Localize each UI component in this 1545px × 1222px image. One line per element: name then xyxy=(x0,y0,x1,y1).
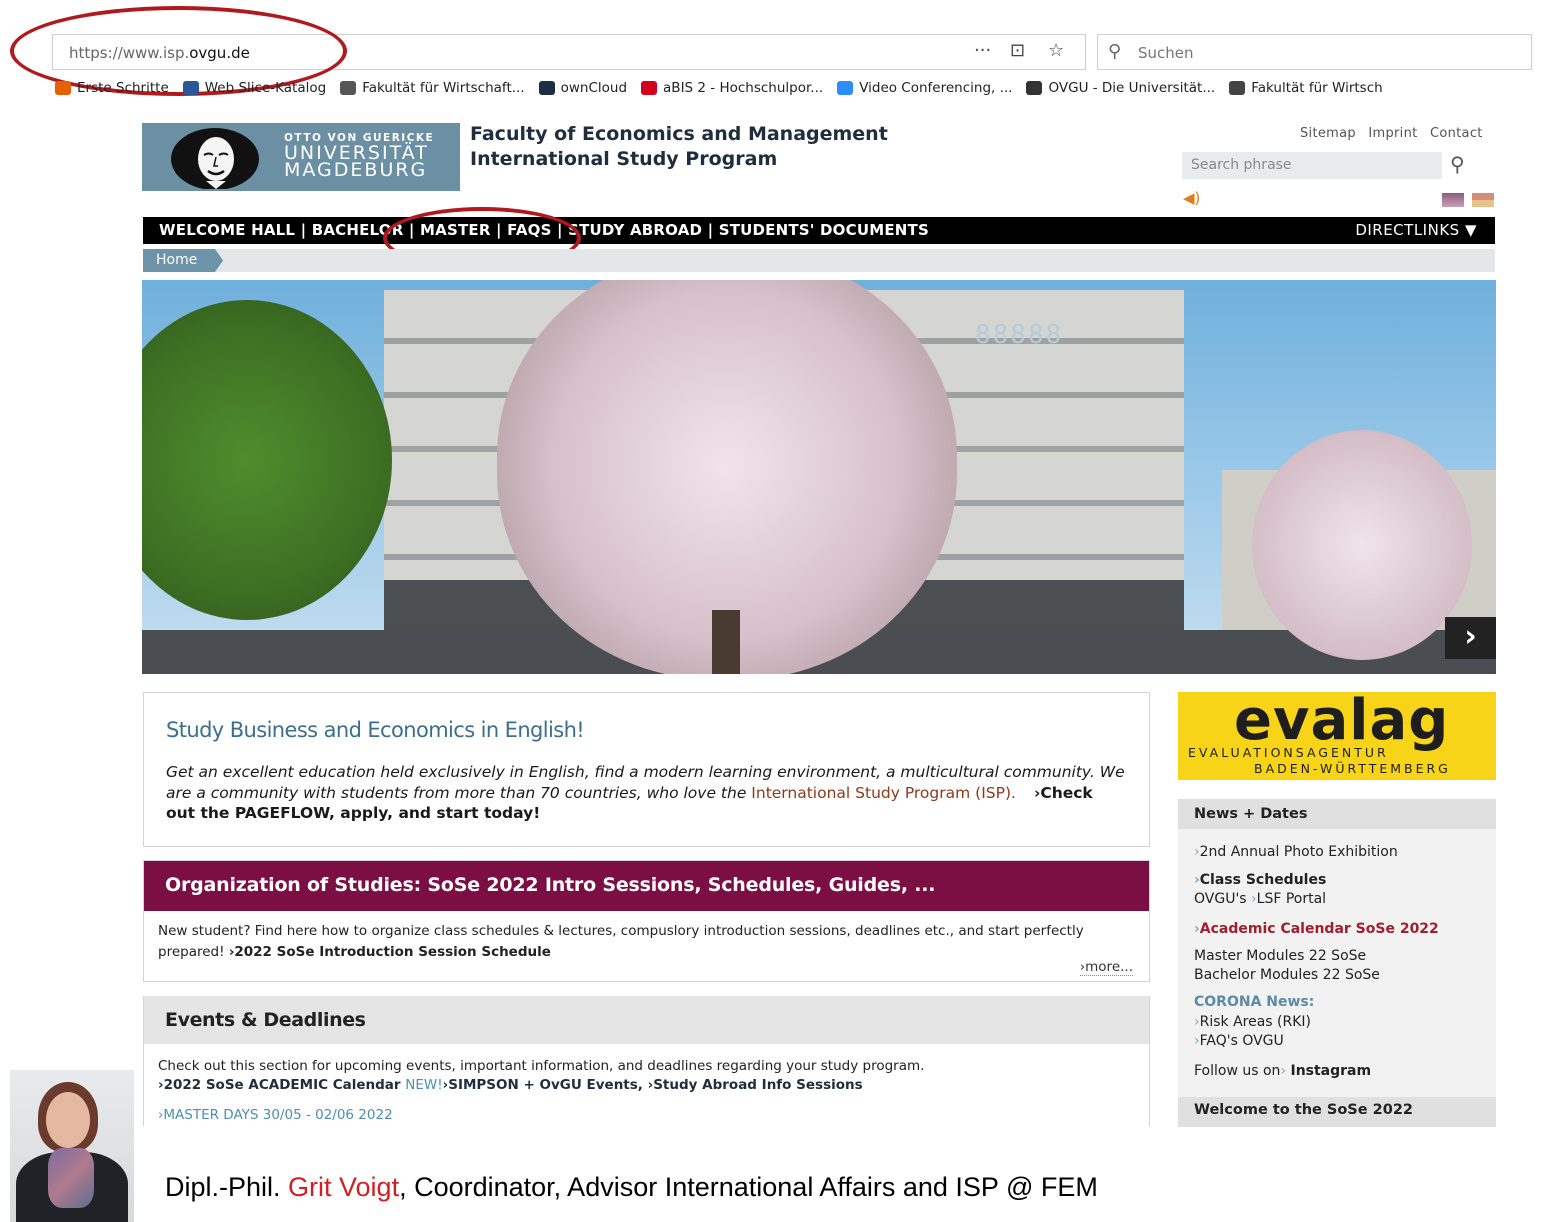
pocket-icon[interactable]: ⊡ xyxy=(1010,40,1025,61)
globe-icon xyxy=(340,81,357,95)
events-header: Events & Deadlines xyxy=(144,996,1149,1044)
welcome-title: Welcome to the SoSe 2022 xyxy=(1194,1102,1413,1118)
contact-link[interactable]: Contact xyxy=(1430,126,1483,141)
abis-icon xyxy=(641,81,658,95)
bookmark-item[interactable]: Video Conferencing, ... xyxy=(837,80,1012,96)
isp-link[interactable]: International Study Program (ISP). xyxy=(751,784,1016,802)
hero-tree-trunk xyxy=(712,610,740,674)
search-icon[interactable]: ⚲ xyxy=(1450,152,1465,176)
events-title: Events & Deadlines xyxy=(165,1009,366,1031)
welcome-header: Welcome to the SoSe 2022 xyxy=(1178,1097,1496,1127)
organization-text: New student? Find here how to organize c… xyxy=(158,923,1084,960)
ovgu-icon xyxy=(1026,81,1043,95)
university-logo[interactable]: OTTO VON GUERICKE UNIVERSITÄT MAGDEBURG xyxy=(142,123,460,191)
portrait-face xyxy=(46,1092,90,1148)
slider-next-button[interactable]: › xyxy=(1445,617,1496,659)
evalag-wordmark: evalag xyxy=(1234,688,1450,753)
faculty-icon xyxy=(1229,81,1246,95)
intro-text: Get an excellent education held exclusiv… xyxy=(166,763,1125,822)
master-days-link[interactable]: ›MASTER DAYS 30/05 - 02/06 2022 xyxy=(158,1107,393,1123)
bookmark-item[interactable]: OVGU - Die Universität... xyxy=(1026,80,1215,96)
portrait-scarf xyxy=(48,1148,94,1208)
bookmark-item[interactable]: Fakultät für Wirtschaft... xyxy=(340,80,525,96)
intro-session-schedule-link[interactable]: ›2022 SoSe Introduction Session Schedule xyxy=(229,944,551,960)
webslice-icon xyxy=(182,81,199,95)
hero-blossom-tree-right xyxy=(1252,430,1472,660)
coordinator-name: Grit Voigt xyxy=(288,1172,400,1202)
class-schedules-link[interactable]: ›Class Schedules xyxy=(1194,872,1326,888)
bookmark-label: OVGU - Die Universität... xyxy=(1048,80,1216,96)
sitemap-link[interactable]: Sitemap xyxy=(1300,126,1356,141)
bookmarks-bar: Erste Schritte Web Slice-Katalog Fakultät … xyxy=(55,80,1545,102)
german-flag-icon[interactable] xyxy=(1472,193,1494,207)
bookmark-label: ownCloud xyxy=(560,80,628,96)
study-abroad-sessions-link[interactable]: ›Study Abroad Info Sessions xyxy=(648,1077,863,1093)
organization-title[interactable]: Organization of Studies: SoSe 2022 Intro… xyxy=(165,874,936,896)
speaker-icon[interactable]: ◀) xyxy=(1183,189,1200,207)
hero-green-tree xyxy=(142,300,392,620)
browser-search-placeholder: Suchen xyxy=(1138,44,1194,62)
academic-calendar-sidebar-link[interactable]: ›Academic Calendar SoSe 2022 xyxy=(1194,921,1439,937)
evalag-logo[interactable]: evalag EVALUATIONSAGENTUR BADEN-WÜRTTEMB… xyxy=(1178,688,1496,780)
imprint-link[interactable]: Imprint xyxy=(1368,126,1417,141)
site-search-input[interactable]: Search phrase xyxy=(1182,152,1442,179)
breadcrumb: Home xyxy=(143,249,1495,272)
bachelor-modules-link[interactable]: Bachelor Modules 22 SoSe xyxy=(1194,967,1380,983)
events-text: Check out this section for upcoming even… xyxy=(158,1058,925,1074)
bookmark-item[interactable]: aBIS 2 - Hochschulpor... xyxy=(641,80,823,96)
star-icon[interactable]: ☆ xyxy=(1048,40,1064,61)
bookmark-label: Fakultät für Wirtschaft... xyxy=(362,80,525,96)
firefox-icon xyxy=(55,81,71,95)
lsf-portal-link[interactable]: OVGU's ›LSF Portal xyxy=(1194,891,1326,907)
directlinks-dropdown[interactable]: DIRECTLINKS ▼ xyxy=(1355,221,1477,239)
top-links: Sitemap Imprint Contact xyxy=(1292,126,1483,141)
bookmark-item[interactable]: ownCloud xyxy=(538,80,628,96)
logo-university-text: UNIVERSITÄT MAGDEBURG xyxy=(284,142,429,181)
news-title: News + Dates xyxy=(1194,806,1308,822)
hero-building-sign: 88888 xyxy=(975,320,1064,350)
breadcrumb-home[interactable]: Home xyxy=(143,249,223,272)
news-header: News + Dates xyxy=(1178,799,1496,829)
organization-header[interactable]: Organization of Studies: SoSe 2022 Intro… xyxy=(144,861,1149,911)
new-badge: NEW! xyxy=(405,1077,443,1093)
search-icon: ⚲ xyxy=(1108,41,1122,62)
bookmark-label: Erste Schritte xyxy=(77,80,169,96)
guericke-portrait-icon xyxy=(171,128,259,189)
coordinator-caption: Dipl.-Phil. Grit Voigt, Coordinator, Adv… xyxy=(165,1172,1098,1202)
events-links: ›2022 SoSe ACADEMIC Calendar NEW!›SIMPSO… xyxy=(158,1077,863,1093)
hero-image: 88888 › xyxy=(142,280,1496,674)
intro-title: Study Business and Economics in English! xyxy=(166,718,585,742)
site-search-placeholder: Search phrase xyxy=(1191,157,1292,173)
bookmark-label: Video Conferencing, ... xyxy=(859,80,1013,96)
coordinator-photo xyxy=(10,1070,134,1222)
bookmark-item[interactable]: Web Slice-Katalog xyxy=(182,80,327,96)
organization-box: Organization of Studies: SoSe 2022 Intro… xyxy=(143,860,1150,982)
instagram-link[interactable]: Follow us on› Instagram xyxy=(1194,1063,1371,1079)
events-box: Events & Deadlines Check out this sectio… xyxy=(143,996,1150,1126)
main-navigation: WELCOME HALL | BACHELOR | MASTER | FAQS … xyxy=(143,217,1495,244)
corona-news-label: CORONA News: xyxy=(1194,994,1315,1010)
browser-search-input[interactable]: ⚲ Suchen xyxy=(1097,34,1532,70)
more-link[interactable]: ›more... xyxy=(1079,959,1133,976)
bookmark-label: Fakultät für Wirtsch xyxy=(1251,80,1383,96)
news-panel: News + Dates ›2nd Annual Photo Exhibitio… xyxy=(1178,799,1496,1127)
bookmark-label: Web Slice-Katalog xyxy=(204,80,327,96)
risk-areas-link[interactable]: ›Risk Areas (RKI) xyxy=(1194,1014,1311,1030)
english-flag-icon[interactable] xyxy=(1442,193,1464,207)
master-modules-link[interactable]: Master Modules 22 SoSe xyxy=(1194,948,1366,964)
faq-ovgu-link[interactable]: ›FAQ's OVGU xyxy=(1194,1033,1284,1049)
intro-box: Study Business and Economics in English!… xyxy=(143,692,1150,847)
evalag-subtitle-1: EVALUATIONSAGENTUR xyxy=(1188,745,1389,760)
faculty-title: Faculty of Economics and Management Inte… xyxy=(470,123,888,170)
simpson-events-link[interactable]: ›SIMPSON + OvGU Events, xyxy=(443,1077,643,1093)
evalag-subtitle-2: BADEN-WÜRTTEMBERG xyxy=(1254,761,1451,776)
photo-exhibition-link[interactable]: ›2nd Annual Photo Exhibition xyxy=(1194,844,1398,860)
owncloud-icon xyxy=(538,81,555,95)
bookmark-item[interactable]: Erste Schritte xyxy=(55,80,169,96)
bookmark-label: aBIS 2 - Hochschulpor... xyxy=(663,80,824,96)
academic-calendar-link[interactable]: ›2022 SoSe ACADEMIC Calendar xyxy=(158,1077,401,1093)
zoom-icon xyxy=(837,81,854,95)
more-icon[interactable]: ··· xyxy=(974,40,991,61)
bookmark-item[interactable]: Fakultät für Wirtsch xyxy=(1229,80,1383,96)
